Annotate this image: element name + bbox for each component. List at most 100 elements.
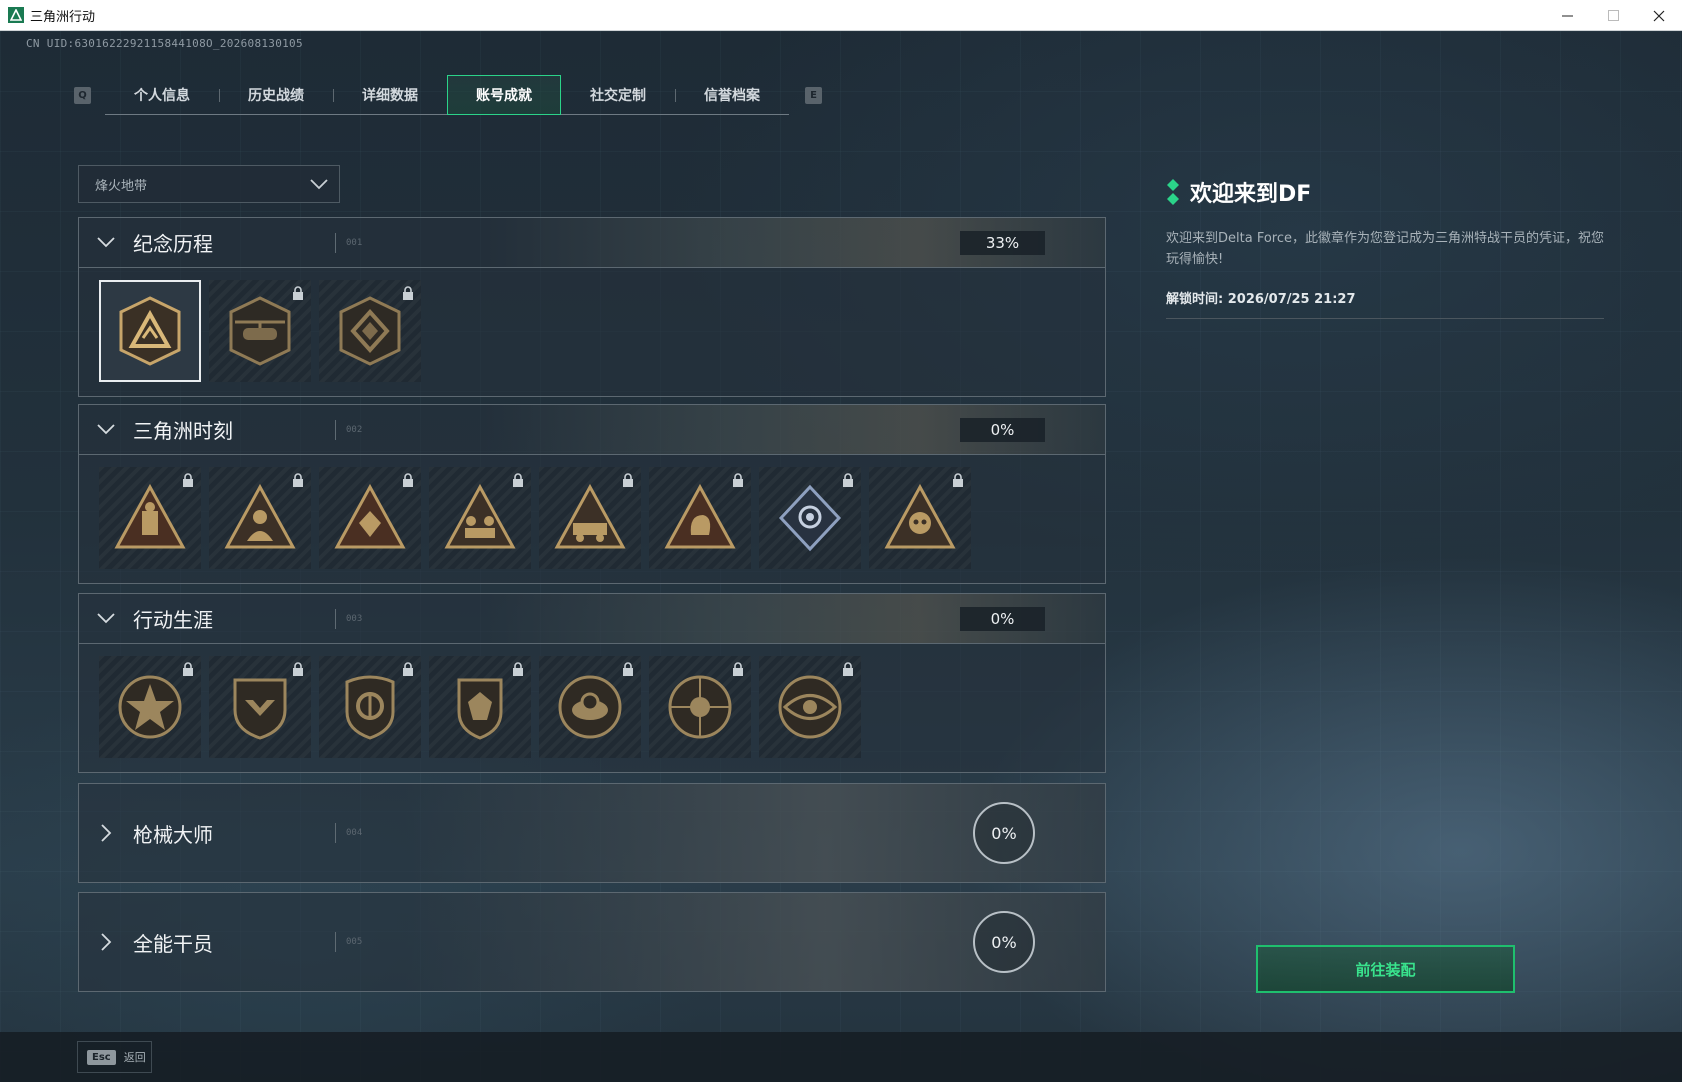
lock-icon [843, 473, 853, 487]
lock-icon [733, 473, 743, 487]
badge-welcome-df[interactable] [99, 280, 201, 382]
triangle-vehicle-emblem-icon [554, 483, 626, 549]
lock-icon [403, 473, 413, 487]
crosshair-skull-emblem-icon [668, 675, 732, 739]
badge-career-4[interactable] [429, 656, 531, 758]
chevron-right-icon[interactable] [79, 824, 133, 842]
tab-personal-info[interactable]: 个人信息 [105, 75, 219, 115]
prev-tab-key-hint[interactable]: Q [74, 86, 91, 104]
badge-moment-2[interactable] [209, 467, 311, 569]
achievement-section-operation-career: 行动生涯 003 0% [78, 593, 1106, 773]
section-progress: 33% [960, 231, 1045, 255]
delta-shield-emblem-icon [119, 296, 181, 366]
tab-social-custom[interactable]: 社交定制 [561, 75, 675, 115]
chevron-down-icon[interactable] [79, 237, 133, 248]
tab-match-history[interactable]: 历史战绩 [219, 75, 333, 115]
chevron-right-icon[interactable] [79, 933, 133, 951]
lock-icon [513, 473, 523, 487]
section-header[interactable]: 三角洲时刻 002 0% [79, 405, 1105, 455]
badge-moment-3[interactable] [319, 467, 421, 569]
tab-strip: 个人信息 历史战绩 详细数据 账号成就 社交定制 信誉档案 [105, 75, 789, 115]
detail-header: 欢迎来到DF [1166, 176, 1604, 208]
minimize-button[interactable] [1544, 0, 1590, 31]
diamond-marker-icon [1167, 179, 1179, 205]
section-title: 三角洲时刻 [133, 419, 233, 443]
triangle-robot-emblem-icon [114, 483, 186, 549]
close-window-button[interactable] [1636, 0, 1682, 31]
badge-moment-1[interactable] [99, 467, 201, 569]
maximize-icon [1607, 10, 1619, 21]
section-index: 002 [346, 424, 363, 435]
close-icon [1653, 10, 1665, 21]
badge-row [79, 455, 1105, 569]
section-header[interactable]: 枪械大师 004 0% [79, 784, 1105, 882]
window-title: 三角洲行动 [30, 9, 96, 25]
triangle-skull-emblem-icon [884, 483, 956, 549]
go-equip-button[interactable]: 前往装配 [1256, 945, 1515, 993]
lock-icon [183, 473, 193, 487]
section-header[interactable]: 纪念历程 001 33% [79, 218, 1105, 268]
bottom-bar: Esc 返回 [0, 1032, 1682, 1082]
lock-icon [953, 473, 963, 487]
section-index: 001 [346, 237, 363, 248]
lock-icon [513, 662, 523, 676]
badge-moment-6[interactable] [649, 467, 751, 569]
section-title: 枪械大师 [133, 822, 213, 847]
chevron-down-icon[interactable] [79, 424, 133, 435]
next-tab-key-hint[interactable]: E [805, 86, 822, 104]
lock-icon [183, 662, 193, 676]
section-header[interactable]: 行动生涯 003 0% [79, 594, 1105, 644]
badge-detail-panel: 欢迎来到DF 欢迎来到Delta Force，此徽章作为您登记成为三角洲特战干员… [1166, 176, 1604, 319]
triangle-gem-emblem-icon [334, 483, 406, 549]
badge-career-2[interactable] [209, 656, 311, 758]
tab-credit-record[interactable]: 信誉档案 [675, 75, 789, 115]
badge-moment-8[interactable] [869, 467, 971, 569]
tab-detailed-stats[interactable]: 详细数据 [333, 75, 447, 115]
badge-career-6[interactable] [649, 656, 751, 758]
lock-icon [843, 662, 853, 676]
divider [335, 932, 336, 952]
section-index: 004 [346, 828, 363, 838]
section-title: 纪念历程 [133, 232, 213, 256]
helicopter-shield-emblem-icon [229, 296, 291, 366]
maximize-button[interactable] [1590, 0, 1636, 31]
game-mode-dropdown[interactable]: 烽火地带 [78, 165, 340, 203]
section-title: 行动生涯 [133, 608, 213, 632]
achievement-section-all-round-operator: 全能干员 005 0% [78, 892, 1106, 992]
badge-moment-5[interactable] [539, 467, 641, 569]
detail-description: 欢迎来到Delta Force，此徽章作为您登记成为三角洲特战干员的凭证，祝您玩… [1166, 231, 1604, 267]
unlock-time: 解锁时间: 2026/07/25 21:27 [1166, 288, 1604, 319]
section-progress: 0% [960, 607, 1045, 631]
badge-helicopter[interactable] [209, 280, 311, 382]
badge-row [79, 268, 1105, 382]
badge-career-5[interactable] [539, 656, 641, 758]
back-button[interactable]: Esc 返回 [77, 1041, 152, 1073]
section-progress: 0% [960, 418, 1045, 442]
badge-row [79, 644, 1105, 758]
back-label: 返回 [123, 1051, 146, 1064]
badge-career-3[interactable] [319, 656, 421, 758]
chevron-down-icon[interactable] [79, 613, 133, 624]
triangle-fist-emblem-icon [664, 483, 736, 549]
divider [335, 232, 336, 253]
badge-moment-7[interactable] [759, 467, 861, 569]
gem-shield-emblem-icon [457, 678, 503, 740]
app-logo-icon [8, 7, 24, 23]
window-controls [1544, 0, 1682, 31]
triangle-squad-emblem-icon [444, 483, 516, 549]
tab-achievements[interactable]: 账号成就 [447, 75, 561, 115]
section-title: 全能干员 [133, 931, 213, 956]
section-header[interactable]: 全能干员 005 0% [79, 893, 1105, 991]
top-tab-bar: Q 个人信息 历史战绩 详细数据 账号成就 社交定制 信誉档案 E [74, 75, 822, 115]
detail-title: 欢迎来到DF [1190, 182, 1312, 207]
triangle-soldier-emblem-icon [224, 483, 296, 549]
badge-career-7[interactable] [759, 656, 861, 758]
badge-moment-4[interactable] [429, 467, 531, 569]
badge-diamond-shield[interactable] [319, 280, 421, 382]
divider [335, 608, 336, 629]
chevron-down-icon [309, 178, 329, 190]
badge-career-1[interactable] [99, 656, 201, 758]
lock-icon [733, 662, 743, 676]
section-index: 005 [346, 937, 363, 947]
achievement-section-milestones: 纪念历程 001 33% [78, 217, 1106, 397]
